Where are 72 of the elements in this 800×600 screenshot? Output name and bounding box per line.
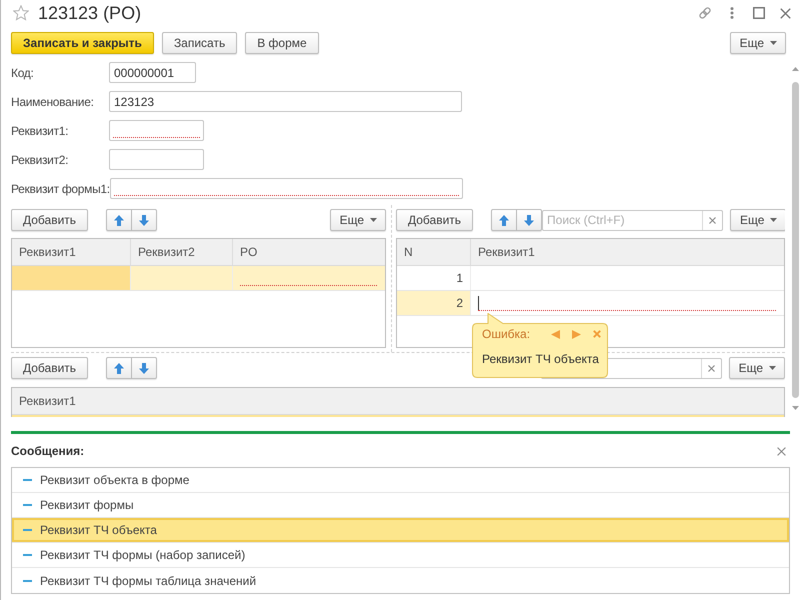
close-icon[interactable]: [777, 446, 786, 456]
scroll-down-icon[interactable]: [792, 406, 798, 410]
move-up-button[interactable]: [106, 357, 132, 379]
clear-icon[interactable]: [709, 216, 716, 224]
input-field[interactable]: [109, 120, 204, 141]
table-cell: 1: [397, 266, 471, 290]
column-header: PO: [239, 244, 258, 261]
field-label: Реквизит1:: [11, 124, 70, 138]
input-field[interactable]: [110, 178, 463, 199]
add-button[interactable]: Добавить: [11, 209, 88, 231]
star-icon[interactable]: [13, 5, 29, 21]
message-item[interactable]: Реквизит ТЧ объекта: [12, 518, 789, 543]
caret-icon: [770, 218, 778, 222]
move-up-button[interactable]: [491, 209, 518, 231]
close-icon[interactable]: [780, 8, 791, 18]
column-header: Реквизит1: [12, 239, 131, 265]
more-button[interactable]: Еще: [330, 209, 386, 231]
field-label: Реквизит формы1:: [11, 182, 110, 196]
arrow-down-icon: [524, 214, 534, 226]
add-button[interactable]: Добавить: [11, 357, 88, 379]
scroll-up-icon[interactable]: [792, 67, 798, 71]
message-item[interactable]: Реквизит объекта в форме: [12, 468, 789, 493]
table-row[interactable]: 2: [397, 291, 784, 316]
previous-icon[interactable]: [551, 330, 560, 338]
input-field[interactable]: 000000001: [109, 62, 196, 83]
error-message: Реквизит ТЧ объекта: [482, 352, 599, 366]
message-item[interactable]: Реквизит ТЧ формы (набор записей): [12, 543, 789, 568]
move-up-button[interactable]: [106, 209, 132, 231]
move-down-button[interactable]: [517, 209, 542, 231]
command-button[interactable]: Записать: [162, 32, 238, 54]
move-down-button[interactable]: [132, 209, 158, 231]
clear-icon[interactable]: [708, 364, 715, 372]
caret-icon: [370, 218, 377, 222]
more-button[interactable]: Еще: [730, 32, 786, 54]
message-item[interactable]: Реквизит ТЧ формы таблица значений: [12, 568, 789, 593]
column-header: Реквизит1: [18, 393, 77, 410]
command-button[interactable]: В форме: [245, 32, 319, 54]
messages-title: Сообщения:: [11, 444, 84, 458]
arrow-up-icon: [114, 362, 124, 374]
field-label: Наименование:: [11, 94, 95, 108]
next-icon[interactable]: [572, 330, 581, 338]
field-label: Код:: [11, 66, 35, 80]
dash-icon: [23, 554, 32, 556]
link-icon[interactable]: [698, 6, 712, 20]
dash-icon: [23, 479, 32, 481]
maximize-icon[interactable]: [753, 7, 765, 19]
error-title: Ошибка:: [482, 327, 530, 341]
window-title: 123123 (PO): [38, 2, 142, 24]
add-button[interactable]: Добавить: [396, 209, 474, 231]
caret-icon: [769, 366, 776, 370]
input-field[interactable]: [109, 149, 204, 170]
input-field[interactable]: 123123: [109, 91, 462, 112]
column-header: Реквизит1: [477, 244, 536, 261]
arrow-up-icon: [114, 214, 124, 226]
more-button[interactable]: Еще: [728, 357, 785, 379]
dash-icon: [23, 580, 32, 582]
arrow-up-icon: [499, 214, 510, 226]
column-header: N: [397, 239, 471, 265]
caret-icon: [770, 41, 777, 45]
more-icon[interactable]: [730, 7, 734, 19]
dash-icon: [23, 504, 32, 506]
close-icon[interactable]: [593, 330, 601, 338]
field-label: Реквизит2:: [11, 152, 70, 166]
arrow-down-icon: [139, 362, 150, 374]
arrow-down-icon: [139, 214, 150, 226]
command-button[interactable]: Записать и закрыть: [11, 32, 154, 54]
more-button[interactable]: Еще: [730, 209, 785, 231]
dash-icon: [23, 529, 32, 531]
column-header: Реквизит2: [131, 239, 233, 265]
text-cursor-icon: [478, 296, 479, 310]
move-down-button[interactable]: [132, 357, 158, 379]
scrollbar-thumb[interactable]: [792, 82, 798, 398]
